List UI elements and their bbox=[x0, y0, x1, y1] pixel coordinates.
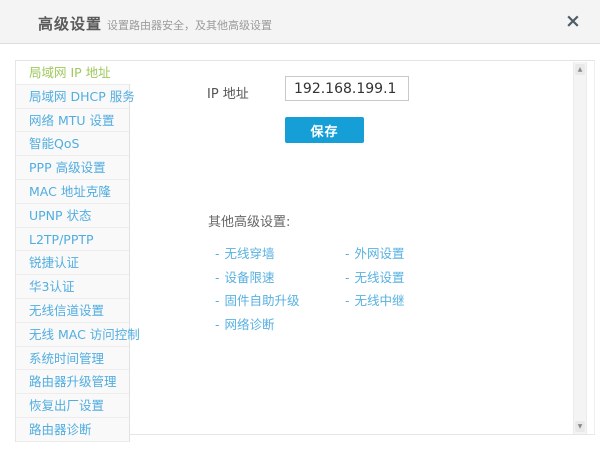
link-dash: - bbox=[215, 316, 220, 332]
sidebar-item-l2tp-pptp[interactable]: L2TP/PPTP bbox=[16, 228, 129, 252]
sidebar-item-wifi-channel[interactable]: 无线信道设置 bbox=[16, 299, 129, 323]
content-scrollbar[interactable]: ▲ ▼ bbox=[573, 62, 587, 434]
link-dash: - bbox=[345, 246, 350, 261]
page-subtitle: 设置路由器安全，及其他高级设置 bbox=[107, 19, 272, 32]
other-settings-heading: 其他高级设置: bbox=[208, 215, 291, 230]
sidebar-item-mac-clone[interactable]: MAC 地址克隆 bbox=[16, 180, 129, 204]
link-wan-settings[interactable]: - 外网设置 bbox=[345, 247, 405, 271]
link-dash: - bbox=[215, 246, 220, 261]
link-network-diagnose[interactable]: - 网络诊断 bbox=[215, 316, 345, 342]
ip-address-input[interactable] bbox=[285, 76, 409, 101]
links-column-1: - 无线穿墙 - 设备限速 - 固件自助升级 - 网络诊断 bbox=[215, 247, 345, 341]
sidebar-item-mtu[interactable]: 网络 MTU 设置 bbox=[16, 109, 129, 133]
link-wifi-relay[interactable]: - 无线中继 bbox=[345, 294, 405, 318]
link-device-speed-limit[interactable]: - 设备限速 bbox=[215, 269, 345, 295]
link-dash: - bbox=[345, 293, 350, 308]
sidebar-item-lan-dhcp[interactable]: 局域网 DHCP 服务 bbox=[16, 85, 135, 109]
link-dash: - bbox=[345, 269, 350, 285]
settings-sidebar: 局域网 IP 地址 局域网 DHCP 服务 网络 MTU 设置 智能QoS PP… bbox=[15, 61, 140, 442]
scroll-down-icon[interactable]: ▼ bbox=[575, 421, 585, 432]
sidebar-item-lan-ip[interactable]: 局域网 IP 地址 bbox=[16, 61, 131, 85]
settings-panel: 局域网 IP 地址 局域网 DHCP 服务 网络 MTU 设置 智能QoS PP… bbox=[15, 60, 595, 442]
sidebar-item-ruijie-auth[interactable]: 锐捷认证 bbox=[16, 251, 129, 276]
link-dash: - bbox=[215, 269, 220, 285]
other-settings-links: - 无线穿墙 - 设备限速 - 固件自助升级 - 网络诊断 - 外网设置 - 无线设置 -无… bbox=[215, 247, 405, 341]
scroll-up-icon[interactable]: ▲ bbox=[575, 64, 585, 75]
links-column-2: - 外网设置 - 无线设置 - 无线中继 bbox=[345, 247, 405, 341]
sidebar-item-router-diagnose[interactable]: 路由器诊断 bbox=[16, 418, 129, 442]
settings-content: IP 地址 保存 其他高级设置: -无线穿墙 -设备限速 -固件自助升级 -网络… bbox=[131, 61, 594, 434]
sidebar-item-system-time[interactable]: 系统时间管理 bbox=[16, 347, 129, 371]
link-dash: - bbox=[215, 293, 220, 308]
sidebar-item-qos[interactable]: 智能QoS bbox=[16, 132, 129, 157]
sidebar-item-ppp[interactable]: PPP 高级设置 bbox=[16, 156, 129, 180]
page-title: 高级设置 bbox=[38, 15, 103, 33]
link-wifi-settings[interactable]: - 无线设置 bbox=[345, 269, 405, 295]
save-button[interactable]: 保存 bbox=[285, 117, 364, 143]
ip-address-label: IP 地址 bbox=[207, 87, 249, 102]
sidebar-item-wifi-mac-acl[interactable]: 无线 MAC 访问控制 bbox=[16, 323, 140, 347]
link-wifi-wallthrough[interactable]: - 无线穿墙 bbox=[215, 247, 345, 271]
sidebar-item-upnp[interactable]: UPNP 状态 bbox=[16, 204, 129, 228]
sidebar-item-router-upgrade[interactable]: 路由器升级管理 bbox=[16, 370, 129, 395]
sidebar-item-h3-auth[interactable]: 华3认证 bbox=[16, 275, 129, 299]
dialog-header: 高级设置 设置路由器安全，及其他高级设置 × bbox=[0, 0, 600, 44]
close-icon[interactable]: × bbox=[561, 8, 585, 34]
sidebar-item-factory-reset[interactable]: 恢复出厂设置 bbox=[16, 394, 129, 418]
link-firmware-self-upgrade[interactable]: - 固件自助升级 bbox=[215, 294, 345, 318]
